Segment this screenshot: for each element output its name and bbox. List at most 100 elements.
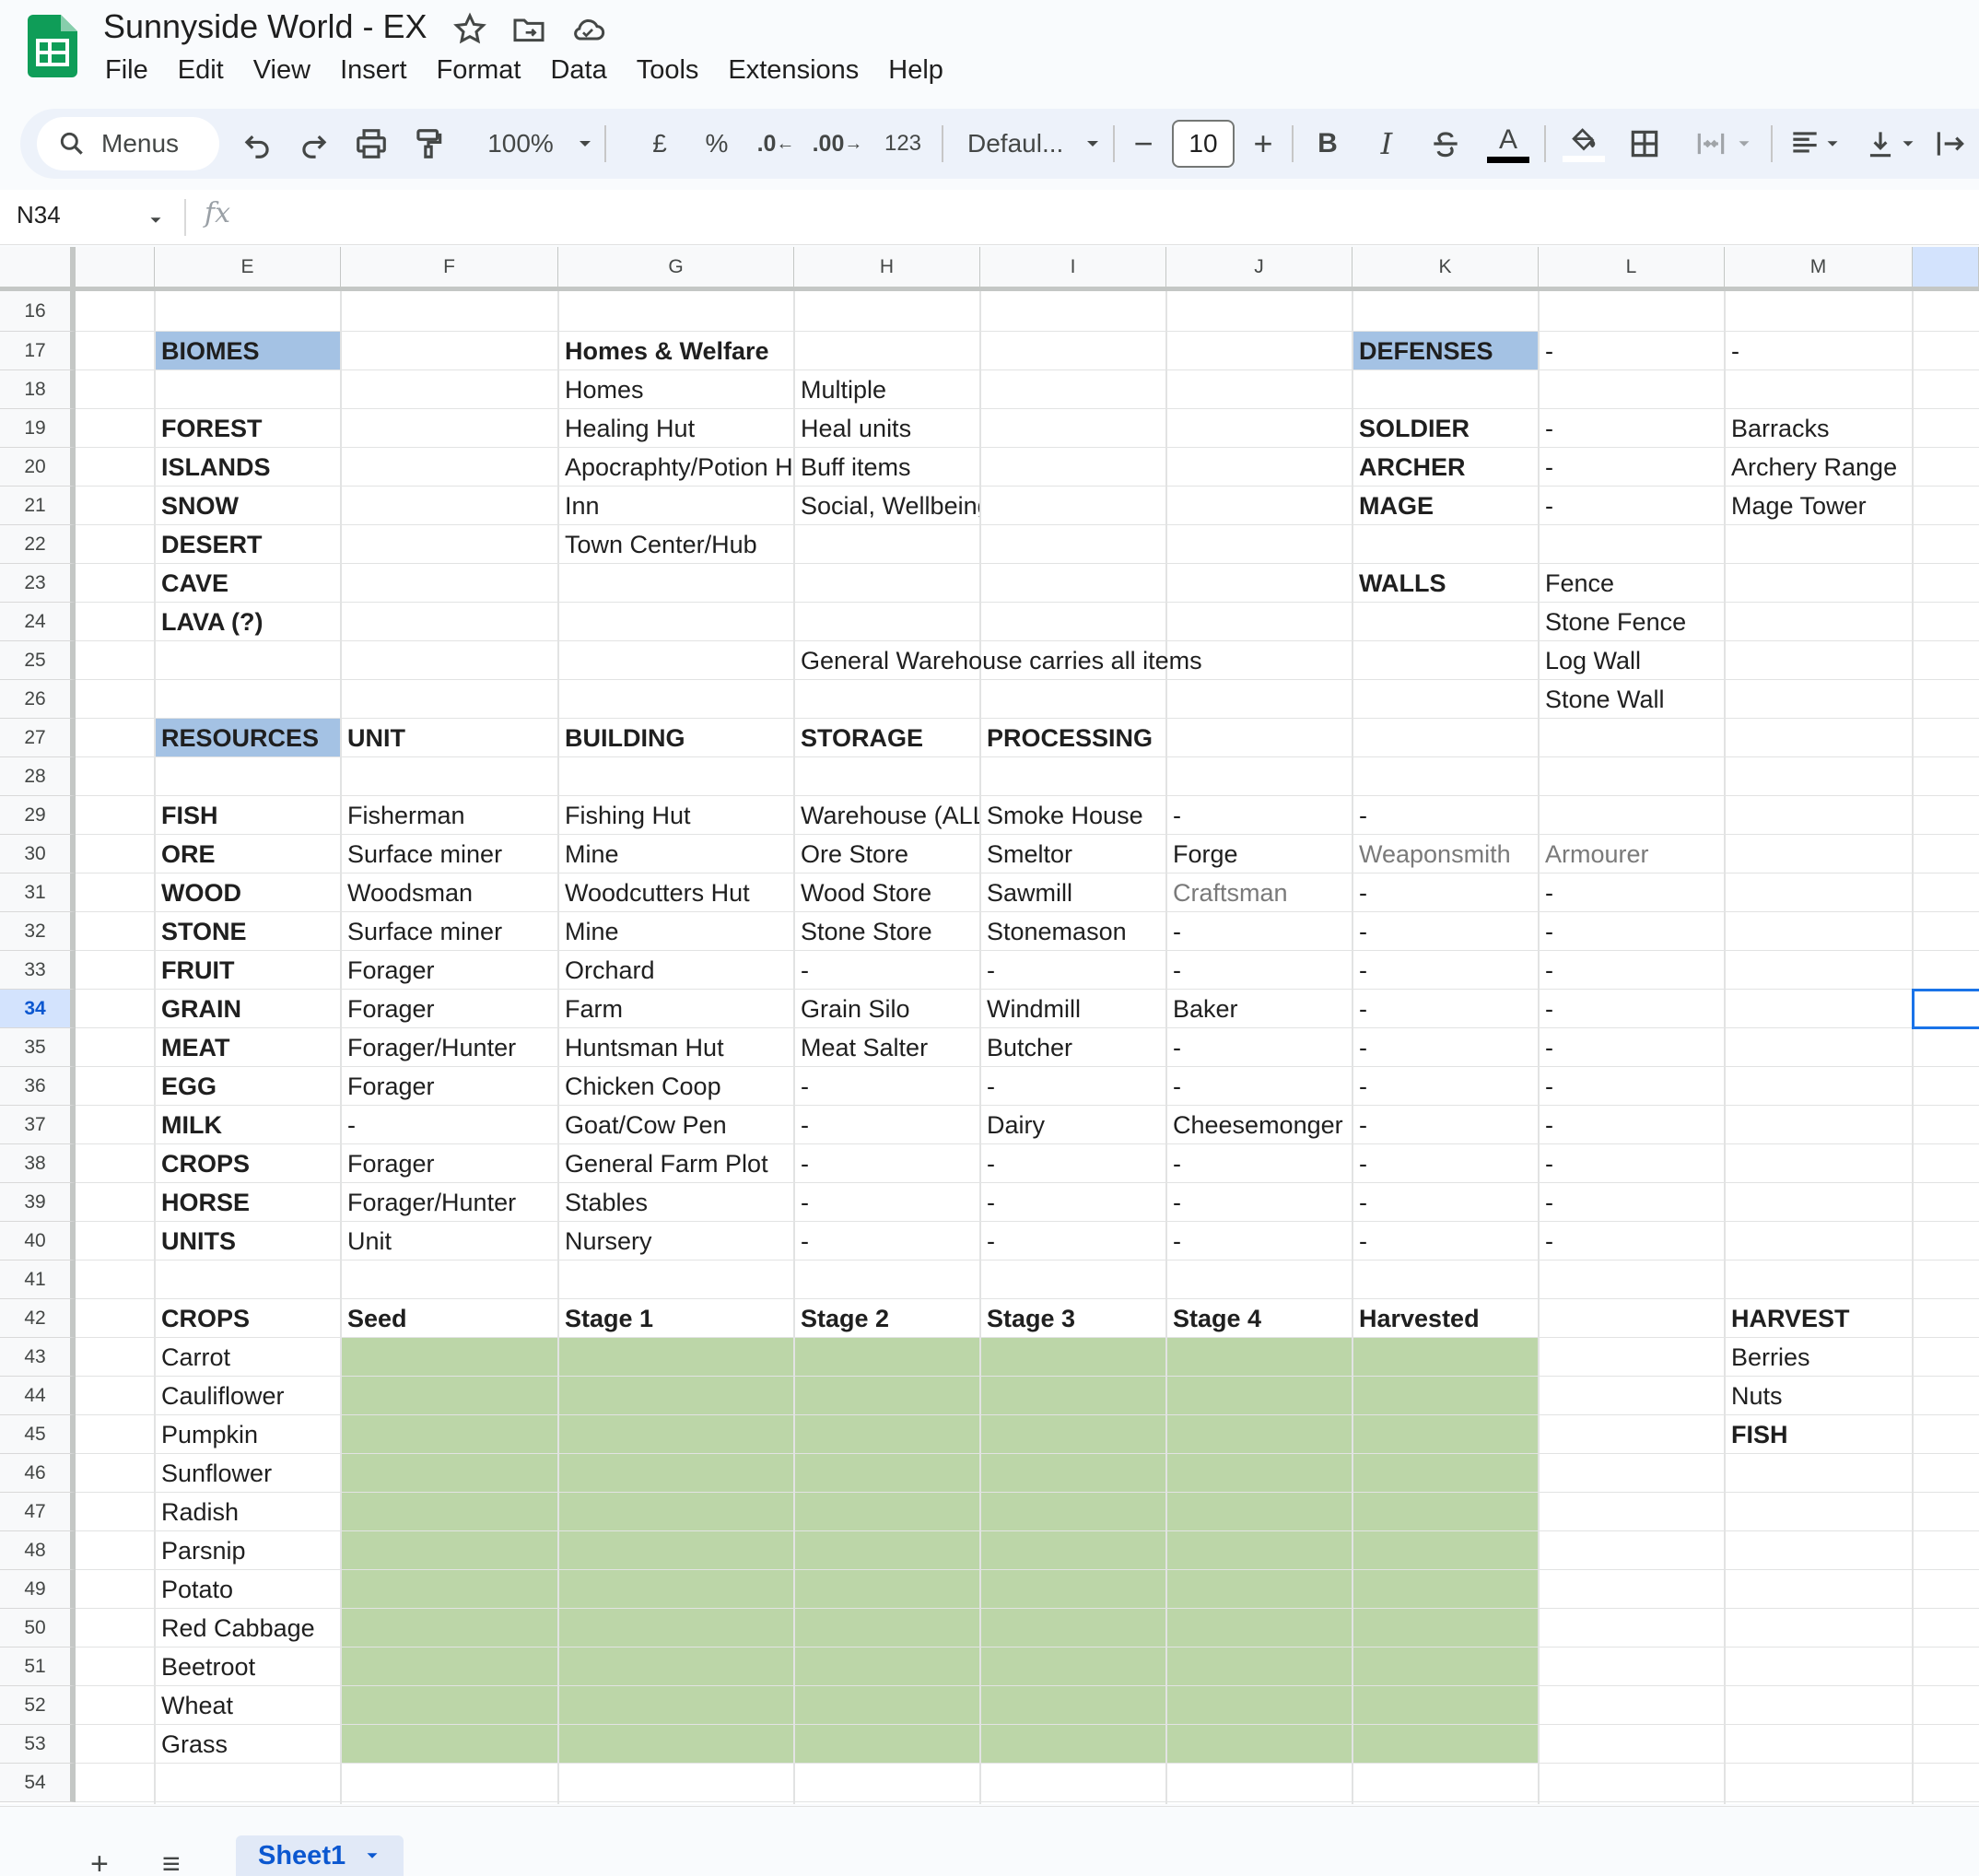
paint-format-button[interactable]: [405, 109, 451, 179]
cell-g38[interactable]: General Farm Plot: [558, 1144, 793, 1183]
move-folder-icon[interactable]: [510, 11, 547, 48]
cell-h32[interactable]: Stone Store: [794, 912, 979, 951]
cell-e32[interactable]: STONE: [155, 912, 340, 951]
cell-e53[interactable]: Grass: [155, 1725, 340, 1764]
row-header-49[interactable]: 49: [0, 1570, 76, 1609]
cell-m19[interactable]: Barracks: [1725, 409, 1912, 448]
number-format-button[interactable]: 123: [873, 109, 932, 179]
cell-i27[interactable]: PROCESSING: [980, 719, 1165, 757]
cell-l39[interactable]: -: [1539, 1183, 1724, 1222]
cell-h37[interactable]: -: [794, 1106, 979, 1144]
column-header-j[interactable]: J: [1166, 247, 1353, 291]
cell-l25[interactable]: Log Wall: [1539, 641, 1724, 680]
cell-g32[interactable]: Mine: [558, 912, 793, 951]
row-header-29[interactable]: 29: [0, 796, 76, 835]
cell-h42[interactable]: Stage 2: [794, 1299, 979, 1338]
cell-e39[interactable]: HORSE: [155, 1183, 340, 1222]
cell-j29[interactable]: -: [1166, 796, 1352, 835]
cell-i38[interactable]: -: [980, 1144, 1165, 1183]
row-header-34[interactable]: 34: [0, 990, 76, 1028]
cell-f34[interactable]: Forager: [341, 990, 557, 1028]
vertical-align-button[interactable]: [1854, 109, 1927, 179]
cell-k31[interactable]: -: [1353, 874, 1538, 912]
borders-button[interactable]: [1620, 109, 1669, 179]
document-title[interactable]: Sunnyside World - EX: [103, 7, 427, 46]
cell-k20[interactable]: ARCHER: [1353, 448, 1538, 487]
cell-f33[interactable]: Forager: [341, 951, 557, 990]
cell-l38[interactable]: -: [1539, 1144, 1724, 1183]
cell-j30[interactable]: Forge: [1166, 835, 1352, 874]
redo-button[interactable]: [291, 109, 337, 179]
row-header-44[interactable]: 44: [0, 1377, 76, 1415]
cell-k29[interactable]: -: [1353, 796, 1538, 835]
fill-color-button[interactable]: [1559, 109, 1609, 179]
cell-g29[interactable]: Fishing Hut: [558, 796, 793, 835]
row-header-37[interactable]: 37: [0, 1106, 76, 1144]
row-header-17[interactable]: 17: [0, 332, 76, 370]
cell-e38[interactable]: CROPS: [155, 1144, 340, 1183]
cell-i31[interactable]: Sawmill: [980, 874, 1165, 912]
column-header-l[interactable]: L: [1539, 247, 1725, 291]
cell-l19[interactable]: -: [1539, 409, 1724, 448]
cell-e33[interactable]: FRUIT: [155, 951, 340, 990]
row-header-32[interactable]: 32: [0, 912, 76, 951]
cell-e27[interactable]: RESOURCES: [155, 719, 340, 757]
cell-g35[interactable]: Huntsman Hut: [558, 1028, 793, 1067]
cell-l37[interactable]: -: [1539, 1106, 1724, 1144]
cell-m20[interactable]: Archery Range: [1725, 448, 1912, 487]
cell-e20[interactable]: ISLANDS: [155, 448, 340, 487]
cell-k42[interactable]: Harvested: [1353, 1299, 1538, 1338]
percent-format-button[interactable]: %: [691, 109, 743, 179]
horizontal-align-button[interactable]: [1778, 109, 1852, 179]
cell-g34[interactable]: Farm: [558, 990, 793, 1028]
cell-j31[interactable]: Craftsman: [1166, 874, 1352, 912]
row-header-52[interactable]: 52: [0, 1686, 76, 1725]
cell-e50[interactable]: Red Cabbage: [155, 1609, 340, 1647]
column-header-m[interactable]: M: [1725, 247, 1913, 291]
cell-e30[interactable]: ORE: [155, 835, 340, 874]
cell-h19[interactable]: Heal units: [794, 409, 979, 448]
row-header-42[interactable]: 42: [0, 1299, 76, 1338]
cell-j32[interactable]: -: [1166, 912, 1352, 951]
cell-l33[interactable]: -: [1539, 951, 1724, 990]
cell-j34[interactable]: Baker: [1166, 990, 1352, 1028]
cell-l17[interactable]: -: [1539, 332, 1724, 370]
cell-h36[interactable]: -: [794, 1067, 979, 1106]
column-header-g[interactable]: G: [558, 247, 794, 291]
cell-l23[interactable]: Fence: [1539, 564, 1724, 603]
cell-h38[interactable]: -: [794, 1144, 979, 1183]
star-icon[interactable]: [451, 11, 488, 48]
column-header[interactable]: [76, 247, 155, 291]
cell-i32[interactable]: Stonemason: [980, 912, 1165, 951]
cell-g27[interactable]: BUILDING: [558, 719, 793, 757]
row-header-39[interactable]: 39: [0, 1183, 76, 1222]
cell-f42[interactable]: Seed: [341, 1299, 557, 1338]
cell-g18[interactable]: Homes: [558, 370, 793, 409]
cell-g22[interactable]: Town Center/Hub: [558, 525, 793, 564]
cell-l26[interactable]: Stone Wall: [1539, 680, 1724, 719]
cell-g21[interactable]: Inn: [558, 487, 793, 525]
cell-j36[interactable]: -: [1166, 1067, 1352, 1106]
cell-j39[interactable]: -: [1166, 1183, 1352, 1222]
row-header-51[interactable]: 51: [0, 1647, 76, 1686]
cell-f36[interactable]: Forager: [341, 1067, 557, 1106]
row-header-19[interactable]: 19: [0, 409, 76, 448]
cell-j35[interactable]: -: [1166, 1028, 1352, 1067]
menu-view[interactable]: View: [239, 52, 325, 88]
cell-e40[interactable]: UNITS: [155, 1222, 340, 1260]
cell-e37[interactable]: MILK: [155, 1106, 340, 1144]
text-wrapping-button[interactable]: [1927, 109, 1973, 179]
cell-i37[interactable]: Dairy: [980, 1106, 1165, 1144]
cell-g17[interactable]: Homes & Welfare: [558, 332, 793, 370]
cell-e36[interactable]: EGG: [155, 1067, 340, 1106]
cell-g30[interactable]: Mine: [558, 835, 793, 874]
cell-g31[interactable]: Woodcutters Hut: [558, 874, 793, 912]
cell-h34[interactable]: Grain Silo: [794, 990, 979, 1028]
cell-m17[interactable]: -: [1725, 332, 1912, 370]
undo-button[interactable]: [234, 109, 280, 179]
cell-l35[interactable]: -: [1539, 1028, 1724, 1067]
cell-h30[interactable]: Ore Store: [794, 835, 979, 874]
row-header-48[interactable]: 48: [0, 1531, 76, 1570]
cell-g20[interactable]: Apocraphty/Potion Hut: [558, 448, 793, 487]
italic-button[interactable]: I: [1364, 109, 1410, 179]
